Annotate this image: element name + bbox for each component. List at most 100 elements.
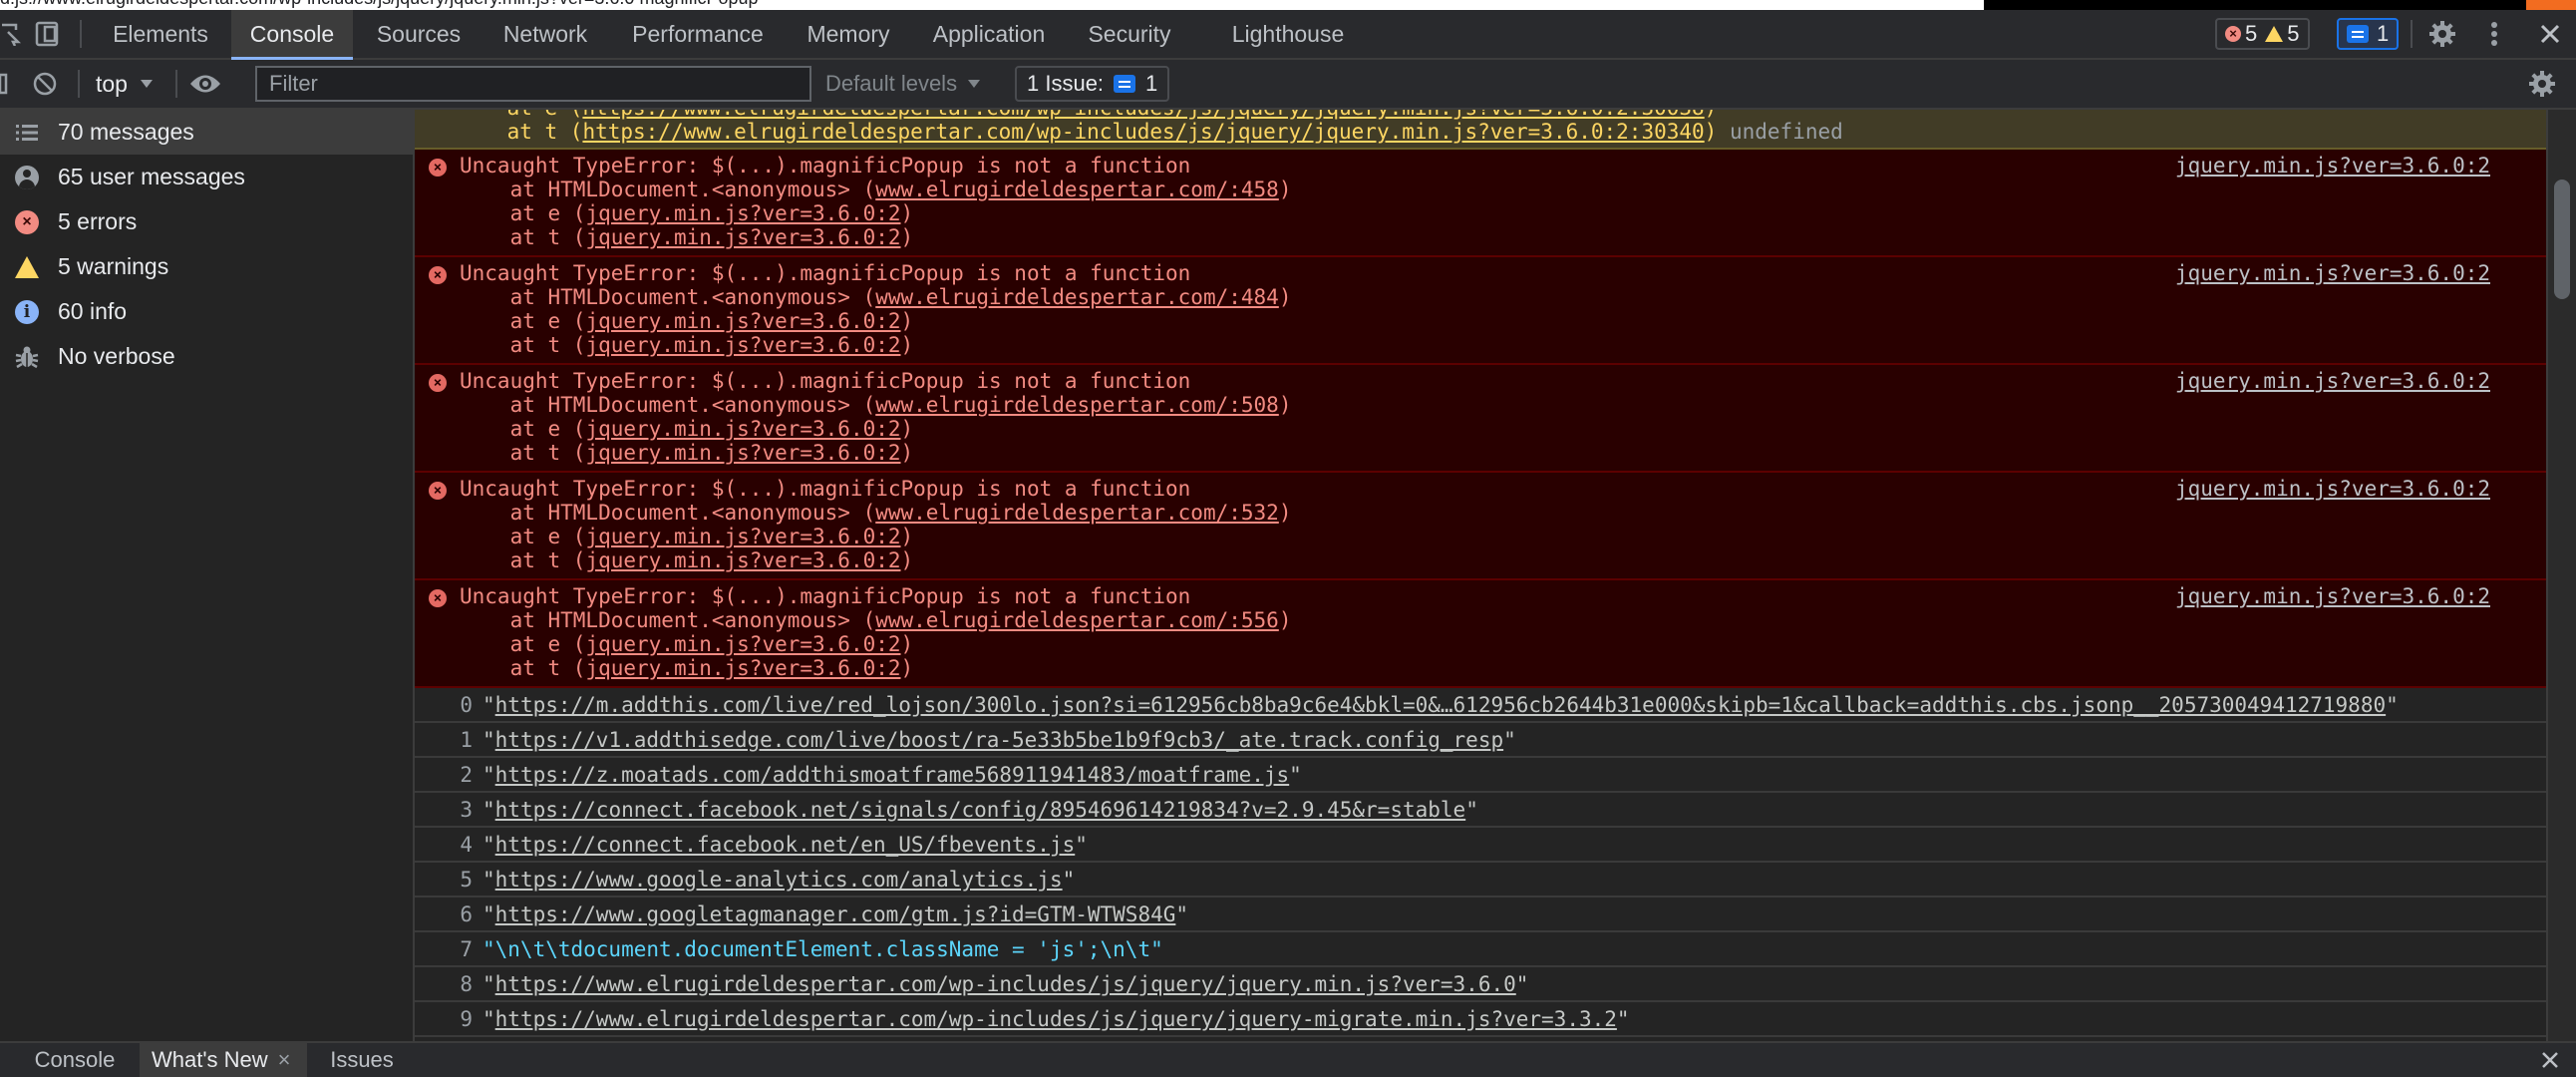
source-link[interactable]: jquery.min.js?ver=3.6.0:2 [2175, 477, 2490, 501]
tab-performance[interactable]: Performance [618, 10, 778, 58]
sidebar-item-user-messages[interactable]: 65 user messages [0, 155, 413, 199]
warning-icon [2265, 26, 2284, 42]
stack-link[interactable]: jquery.min.js?ver=3.6.0:2 [585, 417, 900, 441]
array-link[interactable]: https://www.elrugirdeldespertar.com/wp-i… [495, 1007, 1617, 1031]
array-index: 0 [460, 693, 473, 717]
stack-link[interactable]: jquery.min.js?ver=3.6.0:2 [585, 333, 900, 357]
array-entry: 5 "https://www.google-analytics.com/anal… [415, 863, 2546, 898]
sidebar-item-warnings[interactable]: 5 warnings [0, 244, 413, 289]
tab-lighthouse[interactable]: Lighthouse [1218, 10, 1358, 58]
console-settings-gear-icon[interactable] [2528, 60, 2564, 108]
issues-count[interactable]: 1 [2337, 18, 2400, 50]
clear-console-icon[interactable] [32, 60, 64, 108]
user-icon [14, 165, 40, 190]
scrollbar-thumb[interactable] [2554, 180, 2570, 299]
tab-memory[interactable]: Memory [794, 10, 903, 58]
bug-icon [14, 344, 40, 370]
source-link[interactable]: jquery.min.js?ver=3.6.0:2 [2175, 154, 2490, 178]
tab-sources[interactable]: Sources [361, 10, 477, 58]
source-link[interactable]: jquery.min.js?ver=3.6.0:2 [2175, 584, 2490, 608]
list-icon [14, 120, 40, 146]
sidebar-item-messages[interactable]: 70 messages [0, 110, 413, 155]
console-counts[interactable]: × 5 5 [2215, 18, 2310, 50]
console-sidebar: 70 messages 65 user messages × 5 errors … [0, 110, 415, 1041]
stack-link[interactable]: jquery.min.js?ver=3.6.0:2 [585, 548, 900, 572]
stack-link[interactable]: jquery.min.js?ver=3.6.0:2 [585, 525, 900, 548]
close-devtools-icon[interactable] [2532, 10, 2568, 58]
tab-application[interactable]: Application [919, 10, 1059, 58]
array-entry: 0 "https://m.addthis.com/live/red_lojson… [415, 688, 2546, 723]
info-icon: i [14, 299, 40, 325]
tab-console[interactable]: Console [231, 10, 353, 60]
array-link[interactable]: https://connect.facebook.net/en_US/fbeve… [495, 833, 1076, 857]
sidebar-item-info[interactable]: i 60 info [0, 289, 413, 334]
stack-link[interactable]: jquery.min.js?ver=3.6.0:2 [585, 632, 900, 656]
filter-input[interactable] [255, 66, 811, 102]
source-link[interactable]: jquery.min.js?ver=3.6.0:2 [2175, 369, 2490, 393]
error-icon: × [14, 209, 40, 235]
stack-link[interactable]: jquery.min.js?ver=3.6.0:2 [585, 441, 900, 465]
error-message: × Uncaught TypeError: $(...).magnificPop… [415, 580, 2546, 688]
warning-stack-line: at e (https://www.elrugirdeldespertar.co… [457, 110, 1718, 120]
issue-icon [2347, 25, 2369, 43]
more-options-icon[interactable] [2476, 10, 2512, 58]
issue-count: 1 [2377, 21, 2390, 46]
array-entry: 3 "https://connect.facebook.net/signals/… [415, 793, 2546, 828]
stack-frame: at t (jquery.min.js?ver=3.6.0:2) [460, 333, 914, 357]
stack-link[interactable]: www.elrugirdeldespertar.com/:484 [875, 285, 1279, 309]
device-toolbar-icon[interactable] [30, 10, 66, 58]
console-scrollbar[interactable] [2546, 110, 2576, 1041]
error-icon: × [429, 374, 447, 392]
drawer-tab-console[interactable]: Console [20, 1043, 130, 1077]
stack-link[interactable]: www.elrugirdeldespertar.com/:508 [875, 393, 1279, 417]
error-message: × Uncaught TypeError: $(...).magnificPop… [415, 365, 2546, 473]
live-expression-eye-icon[interactable] [189, 60, 229, 108]
array-index: 5 [460, 868, 473, 892]
tab-network[interactable]: Network [488, 10, 602, 58]
source-link[interactable]: jquery.min.js?ver=3.6.0:2 [2175, 261, 2490, 285]
array-index: 9 [460, 1007, 473, 1031]
sidebar-item-verbose[interactable]: No verbose [0, 334, 413, 379]
stack-link[interactable]: www.elrugirdeldespertar.com/:458 [875, 178, 1279, 201]
log-levels-dropdown[interactable]: Default levels [825, 60, 981, 108]
error-icon: × [429, 482, 447, 500]
log-levels-label: Default levels [825, 71, 958, 96]
stack-link[interactable]: jquery.min.js?ver=3.6.0:2 [585, 656, 900, 680]
devtools-tab-bar: Elements Console Sources Network Perform… [0, 10, 2576, 60]
array-link[interactable]: https://www.elrugirdeldespertar.com/wp-i… [495, 972, 1516, 996]
stack-link[interactable]: https://www.elrugirdeldespertar.com/wp-i… [582, 110, 1704, 120]
array-link[interactable]: https://m.addthis.com/live/red_lojson/30… [495, 693, 2386, 717]
array-link[interactable]: https://z.moatads.com/addthismoatframe56… [495, 763, 1290, 787]
array-entry: 1 "https://v1.addthisedge.com/live/boost… [415, 723, 2546, 758]
array-index: 4 [460, 833, 473, 857]
tab-elements[interactable]: Elements [96, 10, 225, 58]
inspect-element-icon[interactable] [0, 10, 24, 58]
tab-security[interactable]: Security [1075, 10, 1184, 58]
settings-gear-icon[interactable] [2424, 10, 2460, 58]
array-index: 2 [460, 763, 473, 787]
stack-link[interactable]: https://www.elrugirdeldespertar.com/wp-i… [582, 120, 1704, 144]
error-icon: × [429, 159, 447, 177]
context-label: top [96, 70, 128, 97]
stack-link[interactable]: jquery.min.js?ver=3.6.0:2 [585, 225, 900, 249]
stack-link[interactable]: www.elrugirdeldespertar.com/:532 [875, 501, 1279, 525]
context-selector[interactable]: top [96, 60, 154, 108]
stack-link[interactable]: jquery.min.js?ver=3.6.0:2 [585, 309, 900, 333]
stack-frame: at t (jquery.min.js?ver=3.6.0:2) [460, 656, 914, 680]
stack-link[interactable]: jquery.min.js?ver=3.6.0:2 [585, 201, 900, 225]
array-index: 7 [460, 937, 473, 961]
drawer-tab-issues[interactable]: Issues [315, 1043, 409, 1077]
error-message: × Uncaught TypeError: $(...).magnificPop… [415, 473, 2546, 580]
array-link[interactable]: https://www.google-analytics.com/analyti… [495, 868, 1063, 892]
drawer-tab-whats-new[interactable]: What's New × [140, 1043, 307, 1077]
close-drawer-icon[interactable] [2532, 1043, 2568, 1077]
close-tab-icon[interactable]: × [278, 1047, 291, 1073]
array-link[interactable]: https://connect.facebook.net/signals/con… [495, 798, 1466, 822]
strip-dark [1984, 0, 2526, 10]
issues-button[interactable]: 1 Issue: 1 [1015, 66, 1170, 102]
array-link[interactable]: https://www.googletagmanager.com/gtm.js?… [495, 902, 1176, 926]
array-link[interactable]: https://v1.addthisedge.com/live/boost/ra… [495, 728, 1503, 752]
sidebar-toggle-icon[interactable] [0, 60, 10, 108]
stack-link[interactable]: www.elrugirdeldespertar.com/:556 [875, 608, 1279, 632]
sidebar-item-errors[interactable]: × 5 errors [0, 199, 413, 244]
